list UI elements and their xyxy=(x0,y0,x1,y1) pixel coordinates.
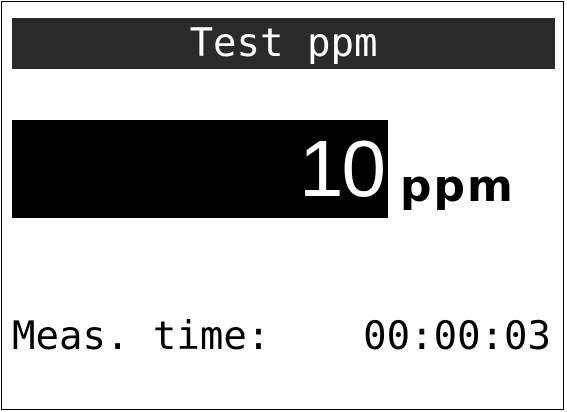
device-display: Test ppm 10 ppm Meas. time: 00:00:03 xyxy=(1,1,564,410)
measurement-time-label: Meas. time: xyxy=(12,314,271,359)
measurement-time-value: 00:00:03 xyxy=(363,314,551,359)
page-title: Test ppm xyxy=(12,18,555,69)
reading-unit: ppm xyxy=(400,161,515,212)
reading-value: 10 xyxy=(12,120,388,218)
